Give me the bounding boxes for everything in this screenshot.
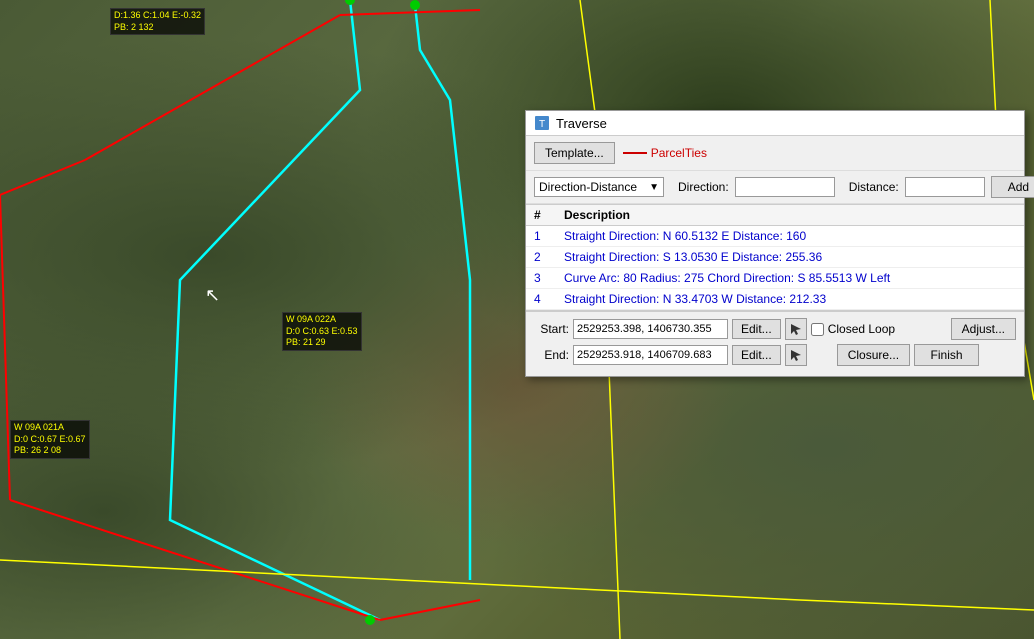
end-row: End: Edit... Closure... Finish: [534, 344, 1016, 366]
svg-text:T: T: [539, 119, 545, 130]
table-row[interactable]: 4 Straight Direction: N 33.4703 W Distan…: [526, 289, 1024, 310]
direction-distance-row: Direction-Distance ▼ Direction: Distance…: [526, 171, 1024, 204]
row-number: 3: [534, 271, 564, 285]
start-edit-button[interactable]: Edit...: [732, 319, 781, 339]
chevron-down-icon: ▼: [649, 182, 659, 193]
dialog-titlebar: T Traverse: [526, 111, 1024, 136]
bottom-area: Start: Edit... Closed Loop Adjust... End…: [526, 311, 1024, 376]
row-description: Straight Direction: N 60.5132 E Distance…: [564, 229, 1016, 243]
closure-button[interactable]: Closure...: [837, 344, 910, 366]
table-header: # Description: [526, 205, 1024, 226]
end-pick-button[interactable]: [785, 344, 807, 366]
closed-loop-checkbox[interactable]: [811, 323, 824, 336]
col-description: Description: [564, 208, 1016, 222]
finish-button[interactable]: Finish: [914, 344, 979, 366]
direction-label: Direction:: [678, 180, 729, 194]
end-input[interactable]: [573, 345, 728, 365]
distance-label: Distance:: [849, 180, 899, 194]
end-edit-button[interactable]: Edit...: [732, 345, 781, 365]
line-symbol: [623, 152, 647, 154]
closed-loop-label: Closed Loop: [828, 322, 895, 336]
adjust-button[interactable]: Adjust...: [951, 318, 1016, 340]
traverse-table: # Description 1 Straight Direction: N 60…: [526, 204, 1024, 311]
row-number: 1: [534, 229, 564, 243]
table-row[interactable]: 1 Straight Direction: N 60.5132 E Distan…: [526, 226, 1024, 247]
row-description: Curve Arc: 80 Radius: 275 Chord Directio…: [564, 271, 1016, 285]
row-description: Straight Direction: S 13.0530 E Distance…: [564, 250, 1016, 264]
table-body: 1 Straight Direction: N 60.5132 E Distan…: [526, 226, 1024, 310]
dropdown-value: Direction-Distance: [539, 180, 637, 194]
row-number: 4: [534, 292, 564, 306]
map-label-2: W 09A 022AD:0 C:0.63 E:0.53PB: 21 29: [282, 312, 362, 351]
direction-distance-dropdown[interactable]: Direction-Distance ▼: [534, 177, 664, 197]
map-label-1: D:1.36 C:1.04 E:-0.32PB: 2 132: [110, 8, 205, 35]
start-row: Start: Edit... Closed Loop Adjust...: [534, 318, 1016, 340]
dialog-toolbar: Template... ParcelTies: [526, 136, 1024, 171]
map-label-3: W 09A 021AD:0 C:0.67 E:0.67PB: 26 2 08: [10, 420, 90, 459]
parcel-ties-indicator: ParcelTies: [623, 146, 707, 160]
row-description: Straight Direction: N 33.4703 W Distance…: [564, 292, 1016, 306]
start-input[interactable]: [573, 319, 728, 339]
table-row[interactable]: 2 Straight Direction: S 13.0530 E Distan…: [526, 247, 1024, 268]
template-button[interactable]: Template...: [534, 142, 615, 164]
closed-loop-area: Closed Loop: [811, 322, 895, 336]
col-num: #: [534, 208, 564, 222]
parcel-ties-label: ParcelTies: [651, 146, 707, 160]
row-number: 2: [534, 250, 564, 264]
direction-input[interactable]: [735, 177, 835, 197]
end-label: End:: [534, 348, 569, 362]
start-pick-button[interactable]: [785, 318, 807, 340]
start-label: Start:: [534, 322, 569, 336]
traverse-dialog: T Traverse Template... ParcelTies Direct…: [525, 110, 1025, 377]
table-row[interactable]: 3 Curve Arc: 80 Radius: 275 Chord Direct…: [526, 268, 1024, 289]
add-button[interactable]: Add: [991, 176, 1034, 198]
traverse-icon: T: [534, 115, 550, 131]
dialog-title: Traverse: [556, 116, 607, 131]
distance-input[interactable]: [905, 177, 985, 197]
